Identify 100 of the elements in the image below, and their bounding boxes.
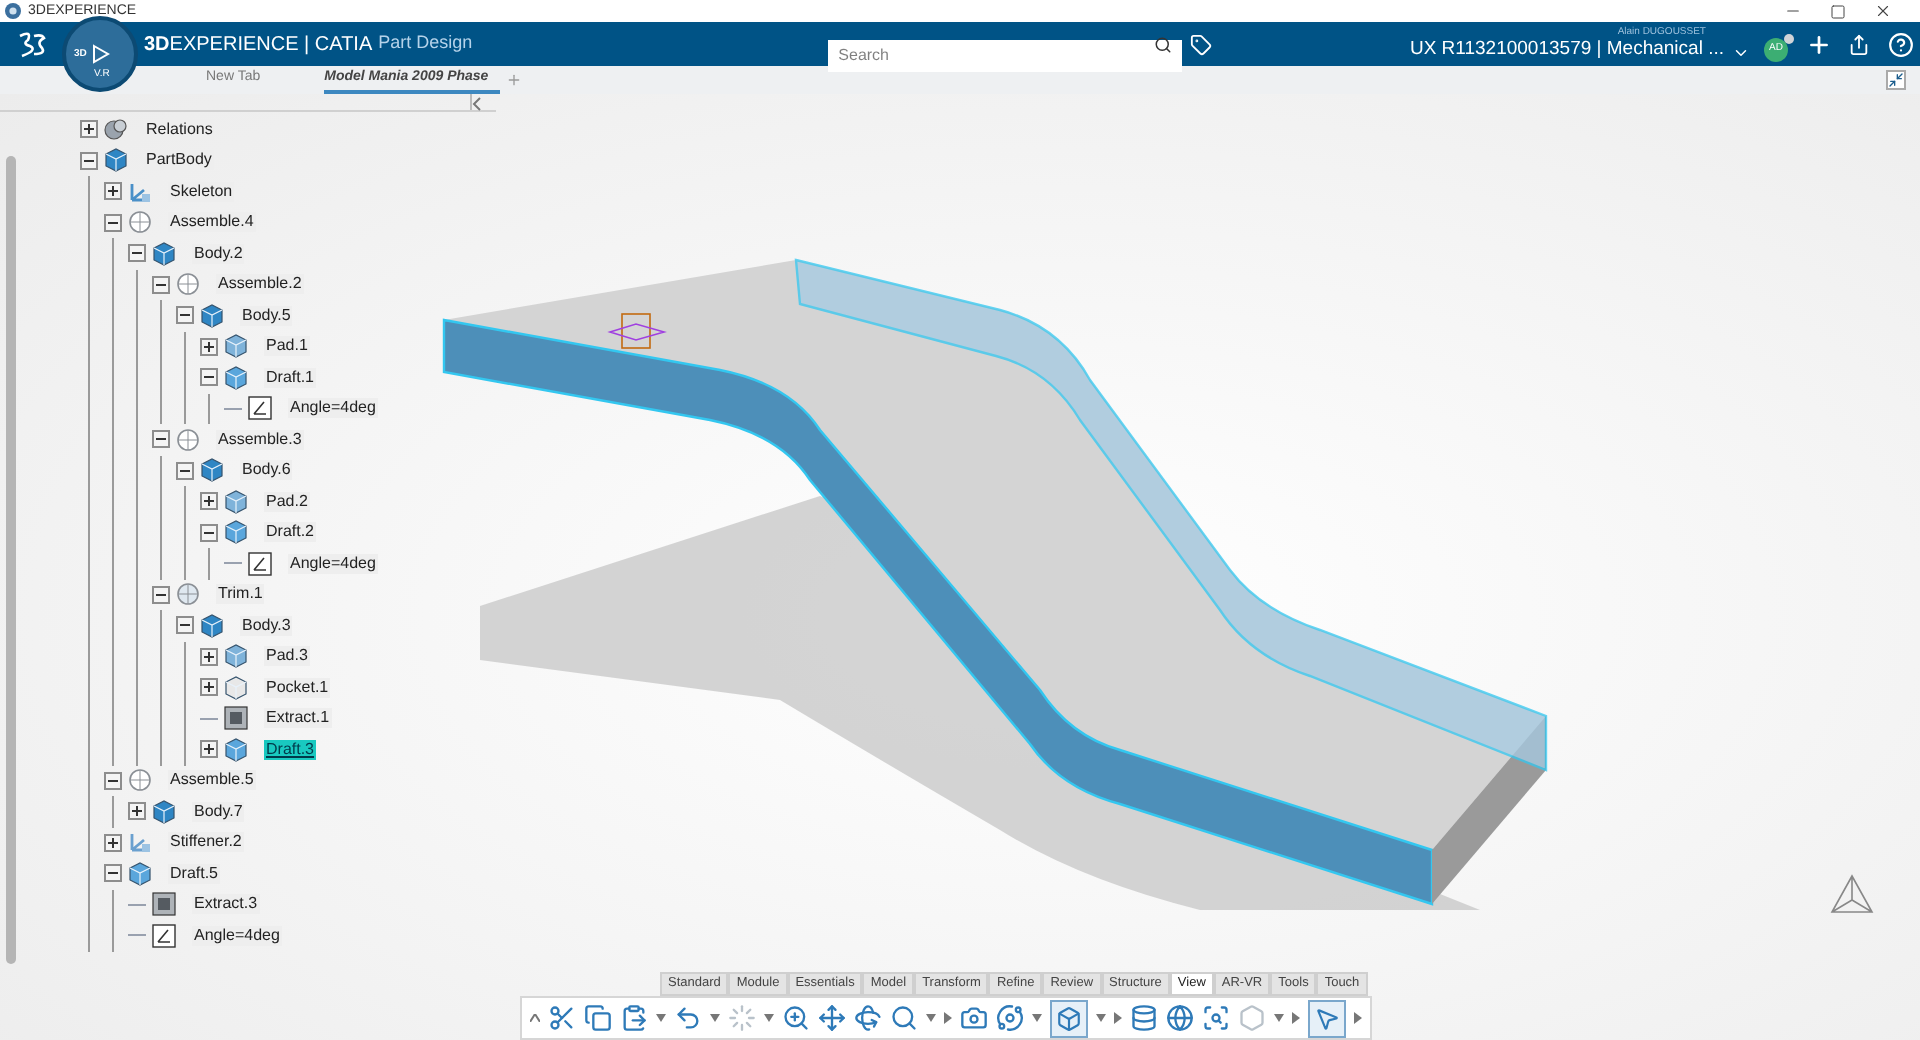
collapse-toggle-icon[interactable] [152,275,170,294]
search-field[interactable]: Search [828,39,1183,71]
scroll-bar[interactable] [6,156,16,964]
collapse-toggle-icon[interactable] [104,213,122,232]
rotate-icon[interactable] [854,1004,882,1032]
close-icon[interactable] [1874,2,1892,20]
dropdown-caret-icon[interactable] [1274,1014,1284,1022]
highlighted-tool-button[interactable] [1050,999,1088,1037]
tree-item-label[interactable]: Draft.5 [168,863,221,884]
scissors-icon[interactable] [548,1004,576,1032]
tree-item-label[interactable]: Assemble.3 [216,429,304,450]
tree-item-label[interactable]: Skeleton [168,181,235,202]
collapse-toggle-icon[interactable] [80,151,98,170]
tree-item-label[interactable]: Assemble.2 [216,274,304,295]
tree-item-label[interactable]: Body.5 [240,305,293,326]
cube-view-icon [1056,1005,1082,1031]
expand-toggle-icon[interactable] [200,740,218,759]
help-icon[interactable] [1888,31,1914,57]
tree-item-label[interactable]: Pad.2 [264,491,310,512]
camera-icon[interactable] [960,1004,988,1032]
tree-item-label[interactable]: Assemble.5 [168,770,256,791]
brand-title: 3DEXPERIENCE | CATIA [144,31,373,59]
plus-icon[interactable] [1806,31,1832,57]
toolbar-caret-icon[interactable] [530,1014,540,1022]
dropdown-caret-icon[interactable] [764,1014,774,1022]
restore-view-icon[interactable] [1886,70,1906,90]
maximize-icon[interactable] [1830,3,1846,19]
view-mode-icon[interactable] [996,1004,1024,1032]
tree-item-label[interactable]: PartBody [144,150,214,171]
tree-item-label[interactable]: Angle=4deg [288,553,378,574]
tree-item-label[interactable]: Pad.1 [264,336,310,357]
tree-item-label[interactable]: Stiffener.2 [168,832,244,853]
expand-toggle-icon[interactable] [104,182,122,201]
dropdown-caret-icon[interactable] [710,1014,720,1022]
collapse-toggle-icon[interactable] [104,864,122,883]
tree-item-label[interactable]: Extract.3 [192,894,260,915]
cylinder-icon[interactable] [1130,1004,1158,1032]
tree-item-label[interactable]: Draft.3 [264,739,317,760]
collapse-toggle-icon[interactable] [200,368,218,387]
cube-icon [102,146,130,175]
app-logo-icon [4,2,22,20]
zoom-icon[interactable] [782,1004,810,1032]
tree-item-label[interactable]: Pad.3 [264,646,310,667]
tree-item-label[interactable]: Pocket.1 [264,677,331,698]
inspect-icon[interactable] [1202,1004,1230,1032]
collapse-toggle-icon[interactable] [200,523,218,542]
tree-item-label[interactable]: Angle=4deg [288,398,378,419]
more-arrow-icon[interactable] [944,1012,952,1024]
expand-toggle-icon[interactable] [80,120,98,139]
pan-icon[interactable] [818,1004,846,1032]
expand-toggle-icon[interactable] [128,802,146,821]
tree-item-label[interactable]: Assemble.4 [168,212,256,233]
expand-toggle-icon[interactable] [104,833,122,852]
highlighted-tool-button[interactable] [1308,999,1346,1037]
collapse-toggle-icon[interactable] [176,616,194,635]
tree-item-label[interactable]: Body.3 [240,615,293,636]
cube-icon [150,239,178,268]
tree-item-label[interactable]: Draft.1 [264,367,317,388]
collapse-panel-icon[interactable] [472,96,484,112]
expand-toggle-icon[interactable] [200,678,218,697]
share-icon[interactable] [1848,33,1870,55]
cube-icon [198,301,226,330]
pocket-icon [222,673,250,702]
collapse-toggle-icon[interactable] [152,430,170,449]
tree-item-label[interactable]: Body.6 [240,460,293,481]
context-label[interactable]: UX R1132100013579 | Mechanical ... [1409,38,1724,62]
more-arrow-icon[interactable] [1114,1012,1122,1024]
tree-item-label[interactable]: Relations [144,119,215,140]
collapse-toggle-icon[interactable] [128,244,146,263]
tree-item-label[interactable]: Body.2 [192,243,245,264]
collapse-toggle-icon[interactable] [176,461,194,480]
globe-icon[interactable] [1166,1004,1194,1032]
paste-icon[interactable] [620,1004,648,1032]
tree-item-label[interactable]: Trim.1 [216,584,265,605]
undo-icon[interactable] [674,1004,702,1032]
collapse-toggle-icon[interactable] [176,306,194,325]
copy-icon[interactable] [584,1004,612,1032]
tree-item-label[interactable]: Angle=4deg [192,925,282,946]
extract-icon [150,890,178,919]
dropdown-caret-icon[interactable] [1032,1014,1042,1022]
stiffener-icon [126,828,154,857]
dropdown-caret-icon[interactable] [926,1014,936,1022]
more-arrow-icon[interactable] [1292,1012,1300,1024]
angle-icon [150,921,178,950]
app-name: Part Design [378,30,473,57]
expand-toggle-icon[interactable] [200,337,218,356]
dropdown-caret-icon[interactable] [1096,1014,1106,1022]
collapse-toggle-icon[interactable] [104,771,122,790]
tree-item-label[interactable]: Draft.2 [264,522,317,543]
more-arrow-icon[interactable] [1354,1012,1362,1024]
expand-toggle-icon[interactable] [200,492,218,511]
tree-item-label[interactable]: Body.7 [192,801,245,822]
tree-item-label[interactable]: Extract.1 [264,708,332,729]
brand-logo-icon [16,30,48,58]
expand-toggle-icon[interactable] [200,647,218,666]
dropdown-caret-icon[interactable] [656,1014,666,1022]
search-icon[interactable] [1154,35,1173,53]
extrude-icon [222,332,250,361]
collapse-toggle-icon[interactable] [152,585,170,604]
tag-icon[interactable] [1190,33,1213,55]
